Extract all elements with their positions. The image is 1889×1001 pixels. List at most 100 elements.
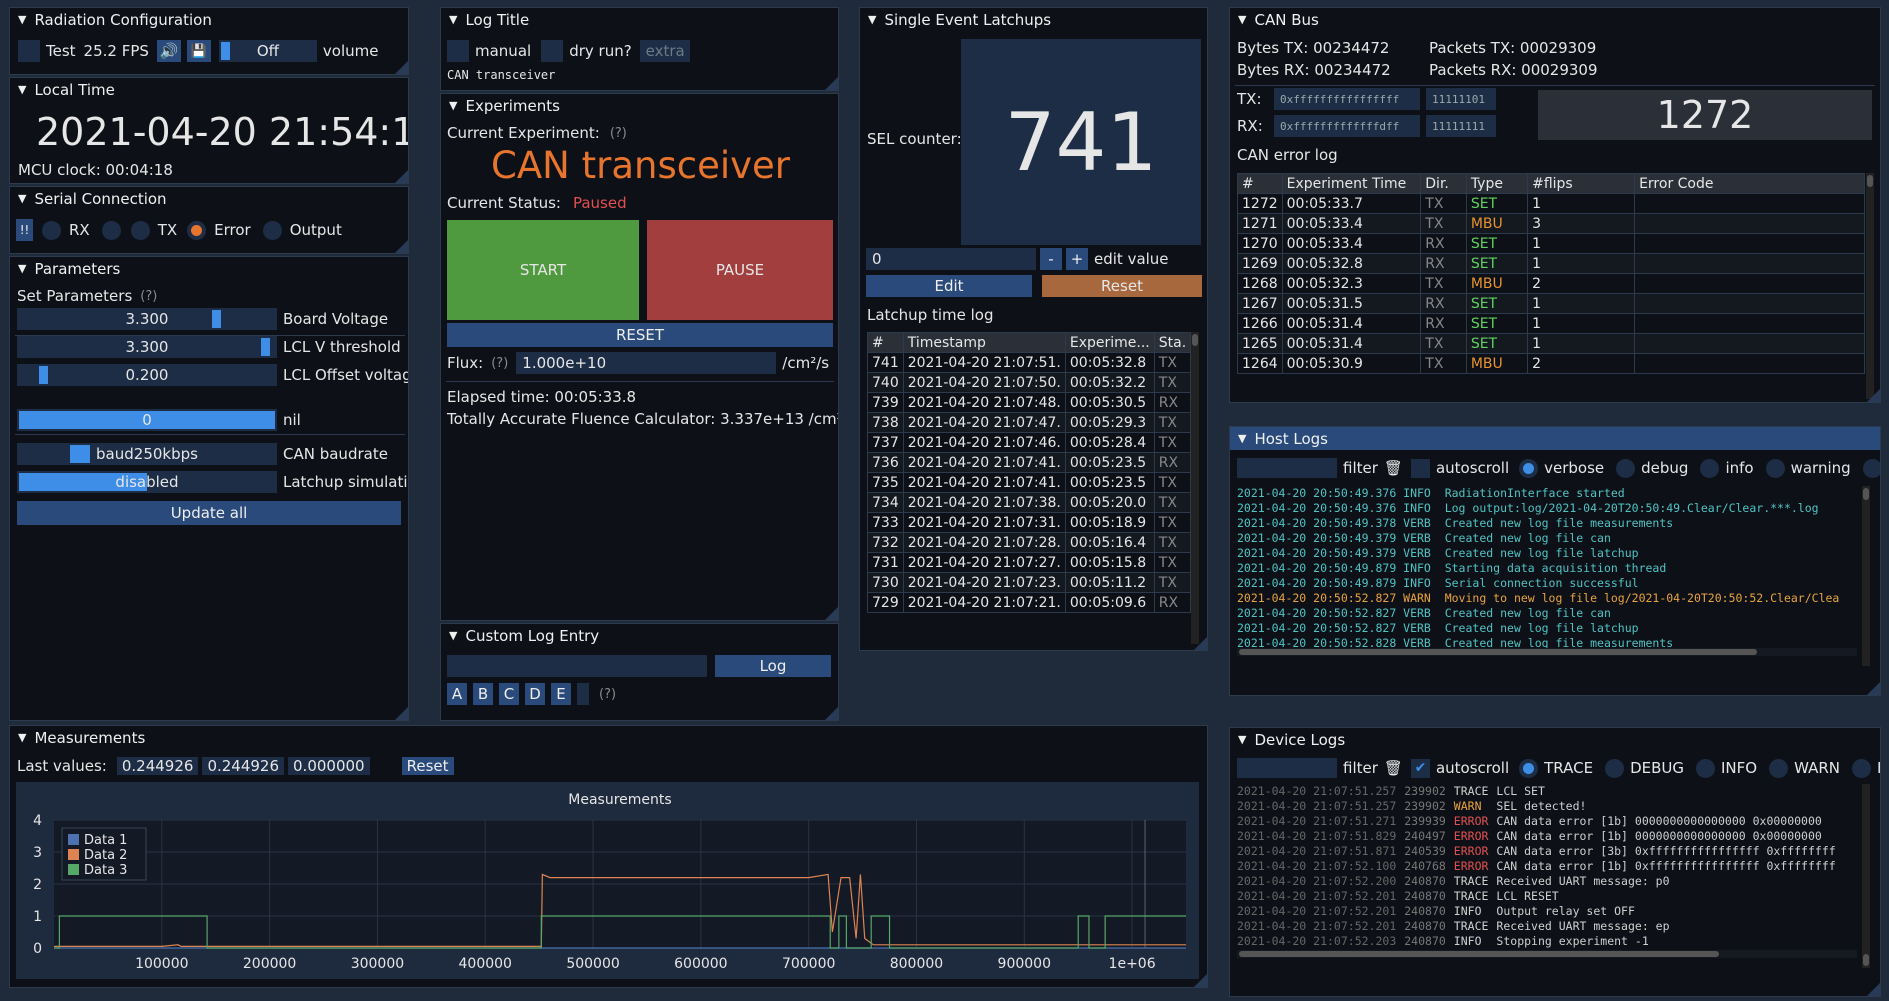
help-hint[interactable]: (?) <box>610 126 627 141</box>
sel-reset-button[interactable]: Reset <box>1042 275 1202 297</box>
autoscroll-checkbox[interactable] <box>1410 458 1430 478</box>
table-row[interactable]: 737 2021-04-20 21:07:46. 00:05:28.4 TX <box>867 432 1192 453</box>
table-row[interactable]: 733 2021-04-20 21:07:31. 00:05:18.9 TX <box>867 512 1192 533</box>
volume-slider[interactable]: Off <box>218 40 317 62</box>
collapse-icon[interactable]: ▼ <box>449 629 457 642</box>
letter-button-c[interactable]: C <box>499 683 519 705</box>
table-row[interactable]: 741 2021-04-20 21:07:51. 00:05:32.8 TX <box>867 352 1192 373</box>
collapse-icon[interactable]: ▼ <box>18 192 26 205</box>
collapse-icon[interactable]: ▼ <box>1238 13 1246 26</box>
window-title[interactable]: ▼ Experiments <box>441 94 838 117</box>
level-radio-info[interactable] <box>1695 758 1715 778</box>
level-radio-warning[interactable] <box>1765 458 1785 478</box>
can-baudrate-slider[interactable]: baud250kbps <box>17 443 277 465</box>
test-checkbox[interactable] <box>18 40 40 62</box>
scrollbar[interactable] <box>1866 173 1874 399</box>
alert-button[interactable]: !! <box>16 219 33 241</box>
column-header[interactable]: Timestamp <box>902 332 1066 353</box>
scrollbar[interactable] <box>1862 784 1870 968</box>
latchup-simulation-slider[interactable]: disabled <box>17 471 277 493</box>
horizontal-scrollbar[interactable] <box>1237 648 1857 656</box>
collapse-icon[interactable]: ▼ <box>18 83 26 96</box>
letter-checkbox[interactable] <box>577 683 589 705</box>
window-title[interactable]: ▼ Log Title <box>441 8 838 31</box>
measurements-chart[interactable]: Measurements 0 1 2 3 4 100000 200000 300000 40000… <box>16 782 1199 979</box>
window-title[interactable]: ▼ Single Event Latchups <box>860 8 1207 31</box>
legend-swatch[interactable] <box>68 849 79 860</box>
update-all-button[interactable]: Update all <box>17 501 401 525</box>
sel-value-input[interactable]: 0 <box>866 248 1036 270</box>
level-radio-trace[interactable] <box>1519 758 1539 778</box>
collapse-icon[interactable]: ▼ <box>18 13 26 26</box>
flux-input[interactable]: 1.000e+10 <box>516 352 777 374</box>
table-row[interactable]: 1265 00:05:31.4 TX SET 1 <box>1237 333 1865 354</box>
legend-label[interactable]: Data 2 <box>84 848 127 863</box>
table-row[interactable]: 1266 00:05:31.4 RX SET 1 <box>1237 313 1865 334</box>
collapse-icon[interactable]: ▼ <box>449 13 457 26</box>
table-row[interactable]: 738 2021-04-20 21:07:47. 00:05:29.3 TX <box>867 412 1192 433</box>
help-hint[interactable]: (?) <box>140 289 157 304</box>
table-row[interactable]: 729 2021-04-20 21:07:21. 00:05:09.6 RX <box>867 592 1192 613</box>
level-radio-debug[interactable] <box>1605 758 1625 778</box>
column-header[interactable]: Dir. <box>1420 173 1467 194</box>
letter-button-d[interactable]: D <box>525 683 545 705</box>
window-title[interactable]: ▼ Measurements <box>10 726 1207 749</box>
legend-swatch[interactable] <box>68 834 79 845</box>
rx-bin-field[interactable]: 11111111 <box>1426 115 1496 137</box>
collapse-icon[interactable]: ▼ <box>1238 733 1246 746</box>
scrollbar[interactable] <box>1191 332 1199 644</box>
rx-hex-field[interactable]: 0xfffffffffffffdff <box>1274 115 1420 137</box>
letter-button-b[interactable]: B <box>473 683 493 705</box>
level-radio-info[interactable] <box>1700 458 1720 478</box>
autoscroll-checkbox[interactable]: ✔ <box>1410 758 1430 778</box>
table-row[interactable]: 732 2021-04-20 21:07:28. 00:05:16.4 TX <box>867 532 1192 553</box>
letter-button-e[interactable]: E <box>551 683 571 705</box>
column-header[interactable]: Experime... <box>1064 332 1155 353</box>
column-header[interactable]: Error Code <box>1634 173 1865 194</box>
column-header[interactable]: # <box>867 332 904 353</box>
level-radio-debug[interactable] <box>1616 458 1636 478</box>
table-row[interactable]: 735 2021-04-20 21:07:41. 00:05:23.5 TX <box>867 472 1192 493</box>
collapse-icon[interactable]: ▼ <box>18 262 26 275</box>
increment-button[interactable]: + <box>1066 248 1088 270</box>
level-radio-error[interactable] <box>1862 458 1880 478</box>
table-row[interactable]: 1267 00:05:31.5 RX SET 1 <box>1237 293 1865 314</box>
trash-icon[interactable]: 🗑 <box>1384 759 1403 777</box>
column-header[interactable]: Experiment Time <box>1281 173 1422 194</box>
extra-input[interactable]: extra <box>639 40 690 62</box>
column-header[interactable]: Sta. <box>1153 332 1192 353</box>
table-row[interactable]: 1269 00:05:32.8 RX SET 1 <box>1237 253 1865 274</box>
level-radio-error[interactable] <box>1852 758 1871 778</box>
nil-slider[interactable]: 0 <box>17 409 277 431</box>
column-header[interactable]: # <box>1237 173 1283 194</box>
legend-swatch[interactable] <box>68 864 79 875</box>
parameter-slider[interactable]: 3.300 <box>17 308 277 330</box>
letter-button-a[interactable]: A <box>447 683 467 705</box>
window-title[interactable]: ▼ Local Time <box>10 78 408 101</box>
volume-icon[interactable]: 🔊 <box>156 40 181 62</box>
window-title[interactable]: ▼ Host Logs <box>1230 427 1880 450</box>
device-filter-input[interactable] <box>1237 758 1337 778</box>
level-radio-warn[interactable] <box>1769 758 1789 778</box>
table-row[interactable]: 736 2021-04-20 21:07:41. 00:05:23.5 RX <box>867 452 1192 473</box>
collapse-icon[interactable]: ▼ <box>868 13 876 26</box>
window-title[interactable]: ▼ Device Logs <box>1230 728 1880 751</box>
start-button[interactable]: START <box>447 220 639 320</box>
table-row[interactable]: 731 2021-04-20 21:07:27. 00:05:15.8 TX <box>867 552 1192 573</box>
table-row[interactable]: 734 2021-04-20 21:07:38. 00:05:20.0 TX <box>867 492 1192 513</box>
measurements-reset-button[interactable]: Reset <box>401 757 454 775</box>
decrement-button[interactable]: - <box>1040 248 1062 270</box>
window-title[interactable]: ▼ Custom Log Entry <box>441 624 838 647</box>
column-header[interactable]: #flips <box>1527 173 1636 194</box>
legend-label[interactable]: Data 1 <box>84 833 127 848</box>
table-row[interactable]: 1264 00:05:30.9 TX MBU 2 <box>1237 353 1865 374</box>
window-title[interactable]: ▼ Serial Connection <box>10 187 408 210</box>
help-hint[interactable]: (?) <box>599 687 616 702</box>
collapse-icon[interactable]: ▼ <box>18 731 26 744</box>
tx-hex-field[interactable]: 0xffffffffffffffff <box>1274 88 1420 110</box>
manual-checkbox[interactable] <box>447 40 469 62</box>
reset-button[interactable]: RESET <box>447 323 833 347</box>
pause-button[interactable]: PAUSE <box>647 220 833 320</box>
window-title[interactable]: ▼ Parameters <box>10 257 408 280</box>
log-button[interactable]: Log <box>715 655 831 677</box>
